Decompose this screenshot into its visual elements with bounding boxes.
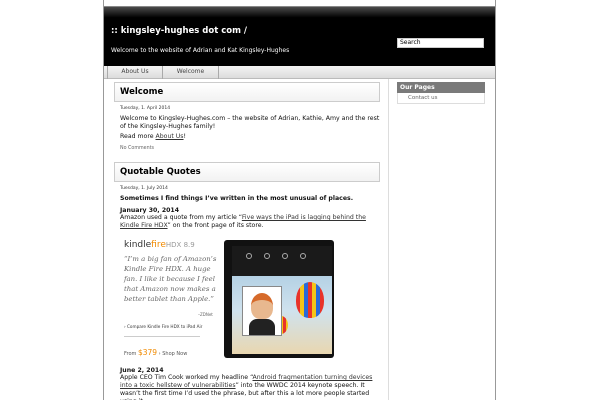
tab-welcome[interactable]: Welcome — [163, 66, 219, 79]
tablet-status-bar — [232, 246, 332, 276]
post-intro: Sometimes I find things I’ve written in … — [120, 195, 354, 202]
search-input[interactable]: Search — [397, 38, 484, 48]
sidebar-divider — [388, 79, 389, 400]
tablet-icon — [264, 253, 270, 259]
entry-text: Amazon used a quote from my article “Fiv… — [120, 214, 382, 230]
shop-now-link[interactable]: › Shop Now — [159, 351, 188, 357]
entry-suffix: ” on the front page of its store. — [167, 222, 264, 229]
tablet-icon — [282, 253, 288, 259]
tablet-image — [224, 240, 334, 358]
compare-link[interactable]: › Compare Kindle Fire HDX to iPad Air — [124, 324, 202, 329]
price-amount: $379 — [137, 348, 158, 357]
site-description: Welcome to the website of Adrian and Kat… — [111, 47, 290, 54]
nav-bar: About Us Welcome — [104, 66, 495, 79]
sidebar-heading: Our Pages — [397, 82, 485, 93]
tablet-icon — [246, 253, 252, 259]
mayday-person-body — [249, 319, 275, 335]
post-body: Welcome to Kingsley-Hughes.com – the web… — [120, 115, 380, 130]
entry-prefix: Amazon used a quote from my article “ — [120, 214, 242, 221]
comments-link[interactable]: No Comments — [120, 146, 154, 151]
tablet-screen — [232, 246, 332, 354]
page-wrapper: :: kingsley-hughes dot com / Welcome to … — [103, 0, 496, 400]
balloon-image — [296, 282, 324, 318]
price-from: From — [124, 351, 137, 357]
post-date: Tuesday, 1. July 2014 — [120, 186, 168, 191]
mayday-person — [251, 293, 273, 319]
read-more-suffix: ! — [183, 133, 187, 140]
sidebar-our-pages: Our Pages Contact us — [397, 82, 485, 104]
read-more: Read more About Us! — [120, 133, 382, 141]
site-title[interactable]: :: kingsley-hughes dot com / — [111, 26, 247, 36]
about-us-link[interactable]: About Us — [156, 133, 184, 140]
sidebar-item-contact-us[interactable]: Contact us — [397, 93, 485, 104]
tab-about-us[interactable]: About Us — [107, 66, 163, 79]
entry-text: Apple CEO Tim Cook worked my headline “A… — [120, 374, 382, 400]
logo-fire: fire — [151, 240, 166, 250]
post-title-welcome[interactable]: Welcome — [114, 82, 380, 102]
ad-quote: “I’m a big fan of Amazon’s Kindle Fire H… — [124, 255, 217, 303]
kindle-ad-image[interactable]: kindlefireHDX 8.9 “I’m a big fan of Amaz… — [120, 236, 334, 362]
logo-hdx: HDX 8.9 — [165, 241, 195, 249]
entry-prefix: Apple CEO Tim Cook worked my headline “ — [120, 374, 253, 381]
site-header: :: kingsley-hughes dot com / Welcome to … — [104, 6, 495, 66]
post-date: Tuesday, 1. April 2014 — [120, 106, 171, 111]
mayday-window — [242, 286, 282, 336]
ad-price: From $379 › Shop Now — [124, 348, 187, 357]
ad-source: –ZDNet — [198, 312, 213, 317]
post-title-quotable-quotes[interactable]: Quotable Quotes — [114, 162, 380, 182]
logo-kindle: kindle — [124, 240, 152, 250]
ad-divider — [124, 336, 200, 337]
read-more-prefix: Read more — [120, 133, 154, 140]
tablet-icon — [300, 253, 306, 259]
kindle-logo: kindlefireHDX 8.9 — [124, 240, 195, 250]
